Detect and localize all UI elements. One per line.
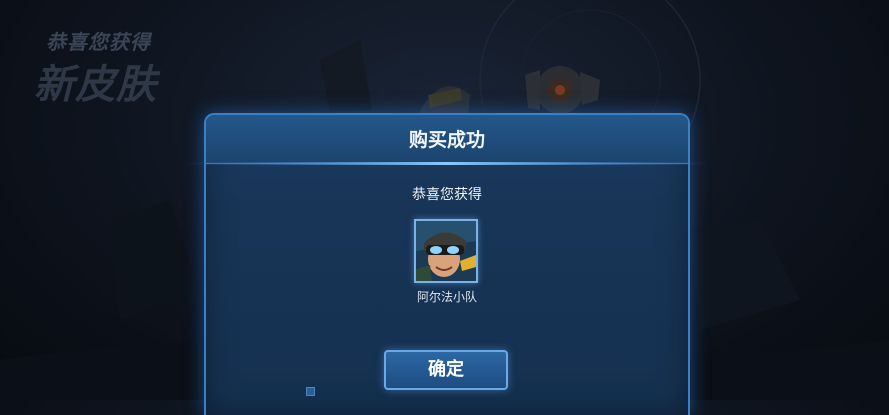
header-glow-divider: [186, 162, 708, 165]
decorative-square-icon: [306, 387, 315, 396]
header-title: 新皮肤: [34, 62, 157, 108]
purchase-success-dialog: 购买成功 恭喜您获得 阿尔法小队 确定: [186, 113, 708, 415]
reward-item-frame[interactable]: [414, 219, 478, 283]
reward-item-name: 阿尔法小队: [416, 290, 477, 304]
confirm-button[interactable]: 确定: [384, 350, 508, 390]
dialog-title: 购买成功: [408, 129, 485, 151]
hero-skin-portrait-icon: [416, 221, 476, 281]
header-subtitle: 恭喜您获得: [46, 30, 151, 54]
congrats-message: 恭喜您获得: [412, 187, 482, 203]
